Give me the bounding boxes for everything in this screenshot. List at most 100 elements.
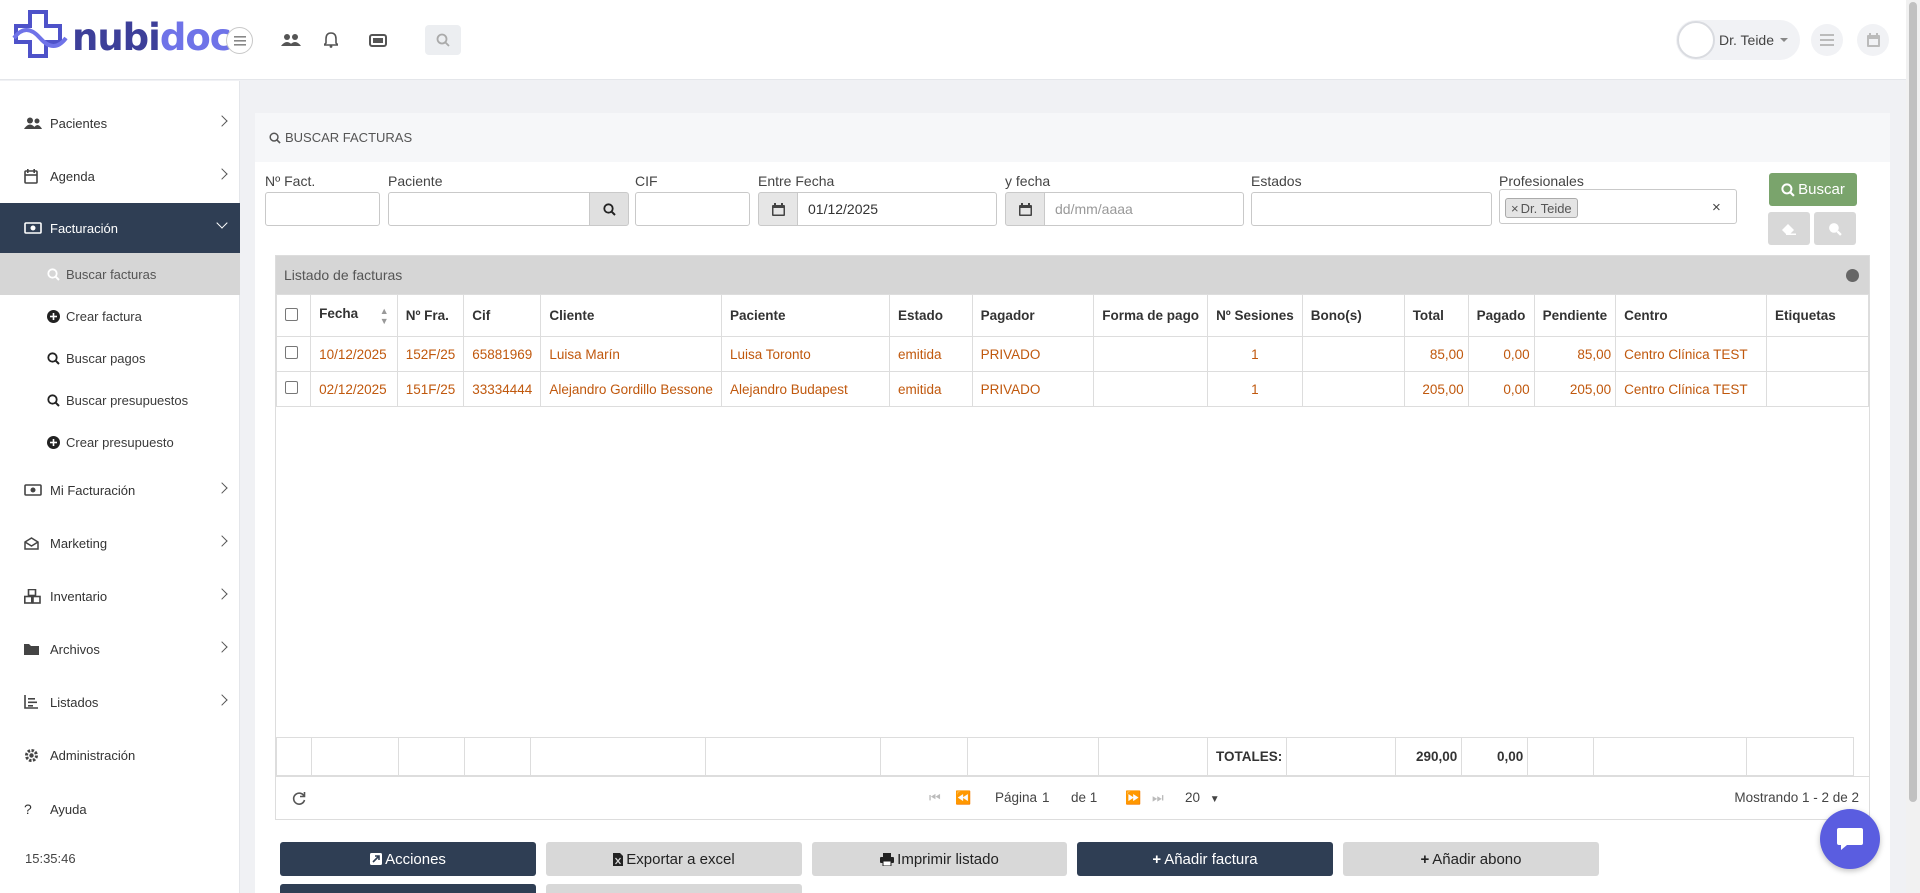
col-pendiente[interactable]: Pendiente: [1533, 294, 1617, 337]
row-checkbox[interactable]: [285, 381, 298, 394]
col-fecha[interactable]: Fecha ▲ ▼: [310, 294, 398, 337]
sidebar-item-agenda[interactable]: Agenda: [0, 151, 240, 201]
cell-bonos[interactable]: [1301, 371, 1405, 407]
cell-cif[interactable]: 65881969: [463, 336, 542, 372]
sidebar-item-ayuda[interactable]: ? Ayuda: [0, 784, 240, 834]
sidebar-subitem-crear-presupuesto[interactable]: Crear presupuesto: [0, 421, 240, 463]
cell-bonos[interactable]: [1301, 336, 1405, 372]
select-all-cell[interactable]: [275, 294, 312, 337]
cell-cliente[interactable]: Alejandro Gordillo Bessone: [540, 371, 722, 407]
calendar-button[interactable]: [1005, 192, 1045, 226]
cell-sesiones[interactable]: 1: [1207, 371, 1303, 407]
col-cif[interactable]: Cif: [463, 294, 542, 337]
buscar-button[interactable]: Buscar: [1769, 173, 1857, 206]
cell-pagador[interactable]: PRIVADO: [971, 371, 1095, 407]
select-all-checkbox[interactable]: [285, 307, 298, 321]
col-sesiones[interactable]: Nº Sesiones: [1207, 294, 1303, 337]
col-centro[interactable]: Centro: [1615, 294, 1767, 337]
header-search-button[interactable]: [425, 25, 461, 55]
sidebar-item-mi-facturacion[interactable]: Mi Facturación: [0, 465, 240, 515]
sidebar-item-listados[interactable]: Listados: [0, 677, 240, 727]
calendar-button[interactable]: [758, 192, 798, 226]
menu-icon[interactable]: [1811, 24, 1843, 56]
scrollbar-thumb[interactable]: [1909, 2, 1917, 802]
print-list-button[interactable]: Imprimir listado: [812, 842, 1067, 876]
col-forma-pago[interactable]: Forma de pago: [1093, 294, 1209, 337]
cell-etiquetas[interactable]: [1765, 371, 1870, 407]
col-pagado[interactable]: Pagado: [1467, 294, 1535, 337]
chat-button[interactable]: [1820, 809, 1880, 869]
cell-nfra[interactable]: 151F/25: [396, 371, 465, 407]
sidebar-subitem-crear-factura[interactable]: Crear factura: [0, 295, 240, 337]
cell-paciente[interactable]: Alejandro Budapest: [720, 371, 891, 407]
col-paciente[interactable]: Paciente: [720, 294, 891, 337]
sidebar-item-inventario[interactable]: Inventario: [0, 571, 240, 621]
cell-nfra[interactable]: 152F/25: [396, 336, 465, 372]
page-scrollbar[interactable]: [1906, 0, 1920, 893]
cell-fecha[interactable]: 10/12/2025: [310, 336, 398, 372]
sidebar-item-facturacion[interactable]: Facturación: [0, 203, 240, 253]
sidebar-item-administracion[interactable]: Administración: [0, 730, 240, 780]
row-checkbox[interactable]: [285, 346, 298, 359]
cell-pagador[interactable]: PRIVADO: [971, 336, 1095, 372]
col-nfra[interactable]: Nº Fra.: [396, 294, 465, 337]
page-input[interactable]: 1: [1042, 790, 1050, 805]
col-bonos[interactable]: Bono(s): [1301, 294, 1405, 337]
nfact-input[interactable]: [265, 192, 380, 226]
col-cliente[interactable]: Cliente: [540, 294, 722, 337]
cell-centro[interactable]: Centro Clínica TEST: [1615, 371, 1767, 407]
user-menu[interactable]: Dr. Teide: [1676, 20, 1800, 60]
cell-centro[interactable]: Centro Clínica TEST: [1615, 336, 1767, 372]
table-row[interactable]: 02/12/2025 151F/25 33334444 Alejandro Go…: [275, 371, 1870, 407]
estados-select[interactable]: [1251, 192, 1492, 226]
cell-forma-pago[interactable]: [1093, 371, 1209, 407]
first-page-icon[interactable]: ⏮: [929, 790, 941, 806]
col-estado[interactable]: Estado: [889, 294, 973, 337]
cell-paciente[interactable]: Luisa Toronto: [720, 336, 891, 372]
cell-cliente[interactable]: Luisa Marín: [540, 336, 722, 372]
sidebar-subitem-buscar-presupuestos[interactable]: Buscar presupuestos: [0, 379, 240, 421]
row-select-cell[interactable]: [275, 336, 312, 372]
last-page-icon[interactable]: ⏭: [1152, 790, 1164, 806]
sidebar-toggle-button[interactable]: [226, 27, 253, 54]
patients-icon[interactable]: [278, 27, 304, 53]
calendar-icon[interactable]: [1857, 24, 1889, 56]
sidebar-item-marketing[interactable]: Marketing: [0, 518, 240, 568]
prev-page-icon[interactable]: ⏪: [955, 790, 971, 806]
clear-select-icon[interactable]: ×: [1712, 199, 1721, 216]
col-etiquetas[interactable]: Etiquetas: [1765, 294, 1870, 337]
sidebar-item-archivos[interactable]: Archivos: [0, 624, 240, 674]
cell-pendiente[interactable]: 85,00: [1533, 336, 1617, 372]
col-pagador[interactable]: Pagador: [971, 294, 1095, 337]
row-select-cell[interactable]: [275, 371, 312, 407]
cell-pagado[interactable]: 0,00: [1467, 371, 1535, 407]
y-fecha-input[interactable]: dd/mm/aaaa: [1044, 192, 1244, 226]
clear-filters-button[interactable]: [1768, 212, 1810, 245]
cell-forma-pago[interactable]: [1093, 336, 1209, 372]
acciones-button[interactable]: Acciones: [280, 842, 536, 876]
cell-total[interactable]: 85,00: [1403, 336, 1469, 372]
secondary-action-button[interactable]: [546, 884, 802, 893]
cell-etiquetas[interactable]: [1765, 336, 1870, 372]
table-row[interactable]: 10/12/2025 152F/25 65881969 Luisa Marín …: [275, 336, 1870, 372]
profesional-tag[interactable]: × Dr. Teide: [1505, 198, 1578, 218]
col-total[interactable]: Total: [1403, 294, 1469, 337]
next-page-icon[interactable]: ⏩: [1125, 790, 1141, 806]
cell-cif[interactable]: 33334444: [463, 371, 542, 407]
entre-fecha-input[interactable]: 01/12/2025: [797, 192, 997, 226]
cell-total[interactable]: 205,00: [1403, 371, 1469, 407]
cell-pagado[interactable]: 0,00: [1467, 336, 1535, 372]
cell-estado[interactable]: emitida: [889, 336, 973, 372]
cell-sesiones[interactable]: 1: [1207, 336, 1303, 372]
export-excel-button[interactable]: Exportar a excel: [546, 842, 802, 876]
add-credit-note-button[interactable]: + Añadir abono: [1343, 842, 1599, 876]
refresh-icon[interactable]: [292, 791, 306, 808]
cell-fecha[interactable]: 02/12/2025: [310, 371, 398, 407]
secondary-action-button[interactable]: [280, 884, 536, 893]
page-size-select[interactable]: 20 ▼: [1185, 790, 1220, 805]
bell-icon[interactable]: [318, 27, 344, 53]
paciente-search-button[interactable]: [589, 192, 629, 226]
app-logo[interactable]: nubidoc: [12, 8, 232, 66]
tag-remove-icon[interactable]: ×: [1511, 201, 1519, 216]
sort-icon[interactable]: ▲ ▼: [380, 306, 389, 326]
